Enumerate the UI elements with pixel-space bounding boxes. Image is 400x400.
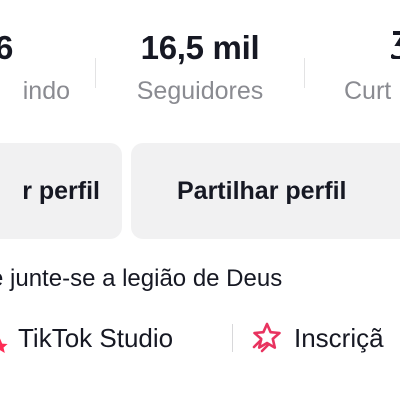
links-divider	[232, 324, 233, 352]
share-profile-button[interactable]: Partilhar perfil	[131, 143, 400, 239]
followers-stat[interactable]: 16,5 mil Seguidores	[112, 28, 288, 106]
followers-label: Seguidores	[136, 77, 264, 105]
likes-label: Curt	[344, 77, 392, 105]
subscription-star-icon	[250, 321, 284, 355]
stats-divider	[304, 58, 305, 88]
star-icon	[0, 330, 8, 353]
stats-divider	[95, 58, 96, 88]
followers-count: 16,5 mil	[140, 29, 260, 66]
likes-count	[344, 28, 400, 68]
profile-bio: a e junte-se a legião de Deus	[0, 265, 283, 292]
likes-count-partial-digit	[389, 31, 400, 61]
following-stat[interactable]: 6 indo	[0, 28, 70, 106]
likes-stat[interactable]: Curt	[344, 28, 400, 106]
profile-header: 6 indo 16,5 mil Seguidores Curt r perfil…	[0, 0, 400, 400]
profile-links: TikTok Studio Inscriçã	[0, 318, 400, 358]
subscriptions-link[interactable]: Inscriçã	[250, 318, 384, 358]
subscriptions-label: Inscriçã	[294, 322, 384, 353]
following-label: indo	[22, 77, 70, 105]
tiktok-studio-label: TikTok Studio	[18, 322, 174, 353]
following-count: 6	[0, 29, 13, 66]
edit-profile-button[interactable]: r perfil	[0, 143, 122, 239]
tiktok-studio-link[interactable]: TikTok Studio	[0, 318, 173, 358]
